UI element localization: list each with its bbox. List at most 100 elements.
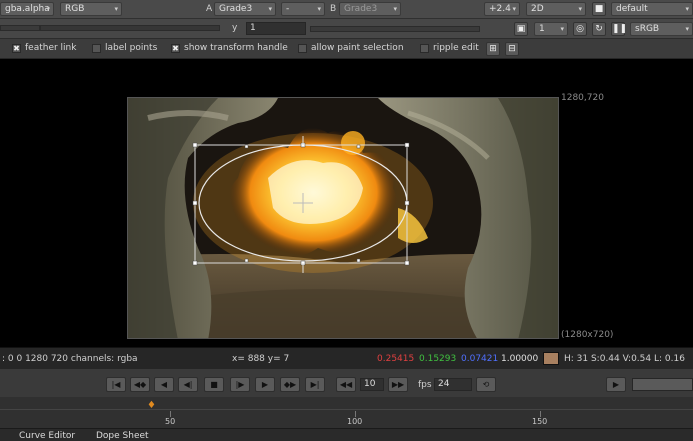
input-a-label: A xyxy=(206,4,213,14)
frame-increment-field[interactable]: 10 xyxy=(360,378,384,391)
chevron-down-icon: ▾ xyxy=(560,25,564,33)
timeline-ruler[interactable]: ♦ 50 100 150 xyxy=(0,397,693,428)
compare-mode-value: - xyxy=(286,4,290,14)
ripple-minus-icon[interactable]: ⊟ xyxy=(505,42,519,56)
allow-paint-selection-label: allow paint selection xyxy=(311,43,404,53)
ripple-edit-option[interactable]: ripple edit xyxy=(420,43,479,53)
stop-button[interactable]: ■ xyxy=(204,377,224,392)
loop-mode-button[interactable]: ⟲ xyxy=(476,377,496,392)
colorspace-value: sRGB xyxy=(635,24,660,34)
feather-link-option[interactable]: ✖ feather link xyxy=(12,43,76,53)
channel-layer-dropdown[interactable]: gba.alpha ▾ xyxy=(0,2,54,16)
channel-mode-value: RGB xyxy=(65,4,85,14)
tab-dope-sheet[interactable]: Dope Sheet xyxy=(96,431,149,441)
colorspace-dropdown[interactable]: sRGB ▾ xyxy=(630,22,693,36)
show-transform-handle-checkbox[interactable]: ✖ xyxy=(171,43,180,53)
allow-paint-selection-checkbox[interactable] xyxy=(298,43,307,53)
camera-icon[interactable]: ■ xyxy=(592,2,606,16)
viewer-canvas[interactable]: 1280,720 (1280x720) xyxy=(0,59,693,347)
chevron-down-icon: ▾ xyxy=(685,5,689,13)
pixel-red-value: 0.25415 xyxy=(377,354,415,364)
prev-frame-button[interactable]: ◀ xyxy=(154,377,174,392)
chevron-down-icon: ▾ xyxy=(114,5,118,13)
chevron-down-icon: ▾ xyxy=(46,5,50,13)
gain-preset-value: +2.4 xyxy=(489,4,511,14)
timeline-label: 50 xyxy=(165,417,176,426)
channel-layer-value: gba.alpha xyxy=(5,4,50,14)
fps-field[interactable]: 24 xyxy=(434,378,472,391)
lut-profile-dropdown[interactable]: default ▾ xyxy=(611,2,693,16)
label-points-option[interactable]: label points xyxy=(92,43,157,53)
show-transform-handle-option[interactable]: ✖ show transform handle xyxy=(171,43,288,53)
frame-value: 1 xyxy=(539,24,545,34)
roto-options-bar: ✖ feather link label points ✖ show transfo… xyxy=(0,39,693,59)
format-bottom-right: (1280x720) xyxy=(561,330,614,340)
next-keyframe-button[interactable]: ◆▶ xyxy=(280,377,300,392)
end-frame-field[interactable] xyxy=(632,378,693,391)
pixel-hsvl-value: H: 31 S:0.44 V:0.54 L: 0.16 xyxy=(564,354,685,364)
bbox-channels-info: : 0 0 1280 720 channels: rgba xyxy=(2,354,138,364)
format-top-right: 1280,720 xyxy=(561,93,604,103)
gamma-slider[interactable] xyxy=(310,26,480,32)
label-points-label: label points xyxy=(105,43,158,53)
pixel-blue-value: 0.07421 xyxy=(461,354,499,364)
label-points-checkbox[interactable] xyxy=(92,43,101,53)
proxy-icon[interactable]: ◎ xyxy=(573,22,587,36)
skip-back-button[interactable]: ◀◀ xyxy=(336,377,356,392)
input-a-value: Grade3 xyxy=(219,4,253,14)
chevron-down-icon: ▾ xyxy=(317,5,321,13)
frame-dropdown[interactable]: 1 ▾ xyxy=(534,22,568,36)
viewer-info-bar: : 0 0 1280 720 channels: rgba x= 888 y= … xyxy=(0,347,693,369)
input-b-dropdown[interactable]: Grade3 ▾ xyxy=(339,2,401,16)
cave-fire-image xyxy=(128,98,558,338)
bottom-tabs: Curve Editor Dope Sheet xyxy=(0,428,693,441)
tab-curve-editor[interactable]: Curve Editor xyxy=(19,431,75,441)
viewer-image[interactable] xyxy=(127,97,559,339)
ripple-edit-checkbox[interactable] xyxy=(420,43,429,53)
play-backward-button[interactable]: ◀| xyxy=(178,377,198,392)
pixel-color-swatch xyxy=(543,352,559,365)
first-frame-button[interactable]: |◀ xyxy=(106,377,126,392)
prev-keyframe-button[interactable]: ◀◆ xyxy=(130,377,150,392)
flipbook-button[interactable]: ▶ xyxy=(606,377,626,392)
timeline-track xyxy=(0,409,693,410)
input-a-dropdown[interactable]: Grade3 ▾ xyxy=(214,2,276,16)
view-mode-dropdown[interactable]: 2D ▾ xyxy=(526,2,586,16)
last-frame-button[interactable]: ▶| xyxy=(305,377,325,392)
input-b-label: B xyxy=(330,4,337,14)
pause-icon[interactable]: ❚❚ xyxy=(611,22,627,36)
chevron-down-icon: ▾ xyxy=(268,5,272,13)
input-b-value: Grade3 xyxy=(344,4,378,14)
pixel-green-value: 0.15293 xyxy=(419,354,457,364)
feather-link-label: feather link xyxy=(25,43,77,53)
play-forward-button[interactable]: |▶ xyxy=(230,377,250,392)
timeline-label: 150 xyxy=(532,417,548,426)
channel-mode-dropdown[interactable]: RGB ▾ xyxy=(60,2,122,16)
playback-controls: |◀ ◀◆ ◀ ◀| ■ |▶ ▶ ◆▶ ▶| ◀◀ 10 ▶▶ fps 24 … xyxy=(0,369,693,397)
gain-preset-dropdown[interactable]: +2.4 ▾ xyxy=(484,2,520,16)
refresh-icon[interactable]: ↻ xyxy=(592,22,606,36)
chevron-down-icon: ▾ xyxy=(578,5,582,13)
chevron-down-icon: ▾ xyxy=(393,5,397,13)
ripple-edit-label: ripple edit xyxy=(433,43,479,53)
skip-forward-button[interactable]: ▶▶ xyxy=(388,377,408,392)
viewer-toolbar-top: gba.alpha ▾ RGB ▾ A Grade3 ▾ - ▾ B Grade3 ▾ +… xyxy=(0,0,693,19)
feather-link-checkbox[interactable]: ✖ xyxy=(12,43,21,53)
pixel-alpha-value: 1.00000 xyxy=(501,354,539,364)
timeline-label: 100 xyxy=(347,417,363,426)
gamma-field[interactable]: 1 xyxy=(246,22,306,35)
allow-paint-selection-option[interactable]: allow paint selection xyxy=(298,43,404,53)
chevron-down-icon: ▾ xyxy=(512,5,516,13)
gain-slider-start[interactable] xyxy=(0,25,40,31)
show-transform-handle-label: show transform handle xyxy=(184,43,288,53)
ripple-plus-icon[interactable]: ⊞ xyxy=(486,42,500,56)
next-frame-button[interactable]: ▶ xyxy=(255,377,275,392)
pointer-coords: x= 888 y= 7 xyxy=(232,354,290,364)
gamma-label: y xyxy=(232,23,238,33)
view-mode-value: 2D xyxy=(531,4,544,14)
fps-label: fps xyxy=(418,380,432,390)
roi-icon[interactable]: ▣ xyxy=(514,22,528,36)
viewer-toolbar-gain: y 1 ▣ 1 ▾ ◎ ↻ ❚❚ sRGB ▾ xyxy=(0,19,693,39)
compare-mode-dropdown[interactable]: - ▾ xyxy=(281,2,325,16)
gain-slider[interactable] xyxy=(40,25,220,31)
